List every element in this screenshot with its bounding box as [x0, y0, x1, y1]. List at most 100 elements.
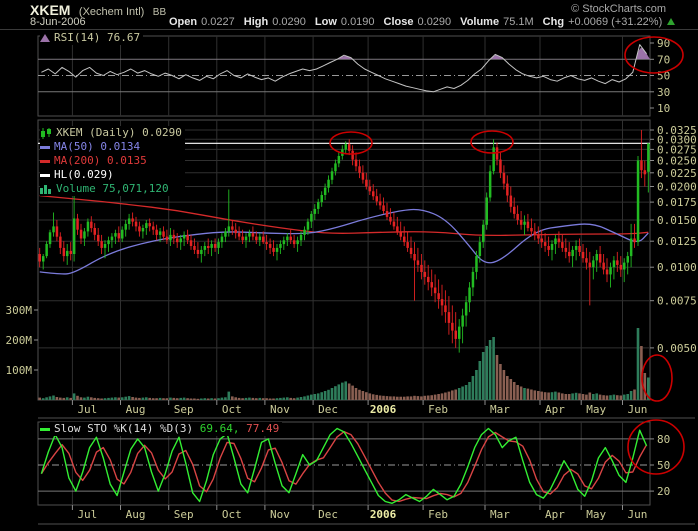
volume-bar	[176, 398, 179, 400]
volume-bar	[310, 395, 313, 400]
volume-bar	[585, 395, 588, 400]
candle-body	[620, 265, 623, 270]
candle-body	[214, 244, 217, 248]
candle-body	[506, 184, 509, 196]
candle-body	[107, 240, 110, 244]
candle-body	[279, 244, 282, 248]
candle-body	[204, 246, 207, 250]
hl-legend-row: HL(0.029)	[40, 168, 182, 182]
volume-bar	[186, 398, 189, 400]
month-label: Aug	[126, 508, 146, 521]
candle-body	[434, 288, 437, 294]
volume-bar	[69, 398, 72, 400]
candle-body	[235, 230, 238, 233]
sto-tick-label: 50	[657, 459, 670, 472]
month-label: Nov	[270, 403, 290, 416]
volume-bar	[320, 392, 323, 400]
candle-body	[331, 171, 334, 180]
candle-body	[558, 239, 561, 243]
volume-bar	[561, 393, 564, 400]
volume-bar	[396, 397, 399, 400]
volume-bar	[482, 352, 485, 400]
candle-body	[314, 209, 317, 214]
candle-body	[49, 232, 52, 244]
candle-body	[379, 201, 382, 205]
volume-bar	[479, 361, 482, 400]
candle-body	[324, 188, 327, 195]
price-legend: XKEM (Daily) 0.0290 MA(50) 0.0134 MA(200…	[40, 126, 185, 196]
candle-body	[155, 230, 158, 235]
candle-body	[640, 161, 643, 171]
volume-bar	[344, 381, 347, 400]
candle-body	[118, 233, 121, 238]
candle-body	[310, 214, 313, 222]
candle-body	[131, 219, 134, 222]
candle-body	[90, 222, 93, 229]
candle-body	[338, 156, 341, 163]
volume-bar	[489, 340, 492, 400]
volume-bar	[616, 395, 619, 400]
candle-body	[424, 272, 427, 277]
candle-body	[623, 263, 626, 270]
candlestick-icon	[40, 128, 52, 139]
volume-bar	[637, 328, 640, 400]
volume-bar	[503, 370, 506, 400]
candle-body	[365, 180, 368, 187]
rsi-indicator-icon	[40, 34, 50, 42]
volume-bar	[386, 396, 389, 400]
candle-body	[468, 288, 471, 303]
volume-bar	[551, 392, 554, 400]
volume-bar	[128, 396, 131, 400]
candle-body	[186, 235, 189, 240]
candle-body	[321, 195, 324, 202]
volume-bar	[592, 394, 595, 400]
volume-bar	[83, 398, 86, 400]
candle-body	[317, 202, 320, 209]
month-label: Dec	[318, 403, 338, 416]
candle-body	[554, 239, 557, 245]
month-label: 2006	[370, 508, 397, 521]
month-label: Jun	[628, 508, 648, 521]
volume-bar	[403, 397, 406, 400]
volume-bar	[155, 398, 158, 400]
volume-bar	[558, 393, 561, 401]
candle-body	[510, 196, 512, 207]
volume-bar	[506, 376, 509, 400]
candle-body	[348, 144, 351, 151]
volume-bar	[159, 398, 162, 400]
candle-body	[630, 239, 633, 257]
volume-bar	[623, 395, 626, 400]
volume-bar	[434, 395, 437, 400]
ma200-line-icon	[40, 160, 50, 163]
volume-bar	[307, 396, 310, 401]
volume-bar	[259, 398, 262, 400]
volume-bar	[283, 398, 286, 400]
candle-body	[441, 299, 444, 305]
volume-bar	[104, 398, 107, 400]
candle-body	[221, 237, 224, 243]
candle-body	[238, 233, 241, 237]
volume-bar	[111, 398, 114, 400]
candle-body	[303, 230, 306, 235]
volume-bar	[66, 397, 69, 400]
candle-body	[162, 231, 165, 236]
volume-bar	[372, 394, 375, 400]
price-tick-label: 0.0175	[657, 196, 697, 209]
candle-body	[633, 239, 636, 243]
candle-body	[128, 219, 130, 225]
candle-body	[125, 224, 128, 230]
candle-body	[516, 214, 519, 220]
volume-bar	[148, 398, 151, 400]
candle-body	[396, 226, 399, 231]
candle-body	[647, 143, 650, 172]
volume-bar	[369, 393, 372, 400]
month-label: Mar	[490, 403, 510, 416]
volume-bar	[406, 396, 409, 400]
price-tick-label: 0.0050	[657, 342, 697, 355]
candle-body	[42, 256, 45, 261]
candle-body	[530, 228, 533, 231]
volume-bar	[179, 398, 182, 400]
annotation-ellipse	[625, 37, 683, 73]
candle-body	[389, 217, 392, 222]
candle-body	[369, 187, 372, 192]
